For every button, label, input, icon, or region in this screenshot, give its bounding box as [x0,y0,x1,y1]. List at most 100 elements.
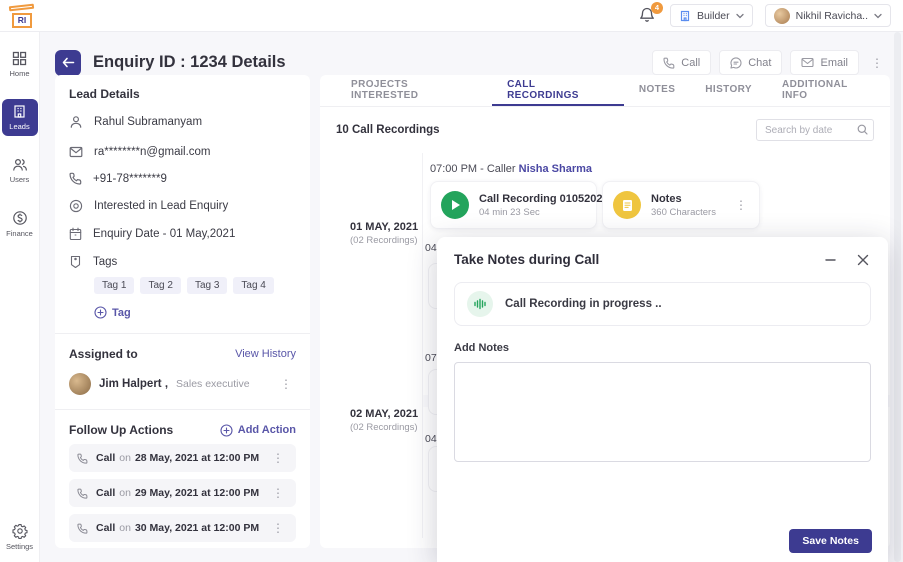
lead-name: Rahul Subramanyam [94,116,202,128]
tag-icon [69,255,82,269]
tab-additional-info[interactable]: ADDITIONAL INFO [767,75,890,106]
followup-on: on [119,452,131,464]
followup-more-menu[interactable] [268,520,288,536]
plus-circle-icon [94,306,107,319]
assigned-header: Assigned to View History [69,347,296,361]
sidebar-item-leads[interactable]: Leads [2,99,38,136]
topbar-right: 4 Builder Nikhil Ravicha.. [638,4,891,27]
followup-action: Call [96,522,115,534]
chat-icon [730,57,742,69]
add-action-label: Add Action [238,424,296,436]
add-action-button[interactable]: Add Action [220,424,296,437]
user-avatar [774,8,790,24]
followup-item[interactable]: Callon 28 May, 2021 at 12:00 PM [69,444,296,472]
email-button[interactable]: Email [790,50,859,75]
notes-card: Notes 360 Characters [602,181,760,229]
sidebar-item-home[interactable]: Home [2,46,38,83]
app-logo[interactable]: RI [8,4,36,28]
builder-dropdown[interactable]: Builder [670,4,753,27]
calendar-icon [69,227,82,241]
phone-icon [69,172,82,185]
followup-action: Call [96,452,115,464]
notes-textarea[interactable] [454,362,871,462]
page-title: Enquiry ID : 1234 Details [93,53,286,72]
assignee-more-menu[interactable] [276,376,296,392]
lead-name-row: Rahul Subramanyam [69,115,296,129]
sidebar-item-users[interactable]: Users [2,152,38,189]
followup-item[interactable]: Callon29 May, 2021 at 12:00 PM [69,479,296,507]
plus-circle-icon [220,424,233,437]
tab-call-recordings[interactable]: CALL RECORDINGS [492,75,624,106]
sidebar-item-label: Users [10,175,30,184]
tab-notes[interactable]: NOTES [624,75,690,106]
back-button[interactable] [55,50,81,76]
detail-tabs: PROJECTS INTERESTED CALL RECORDINGS NOTE… [320,75,890,107]
lead-phone-row: +91-78*******9 [69,172,296,185]
tag-chip[interactable]: Tag 2 [140,277,180,294]
chat-button[interactable]: Chat [719,50,782,75]
play-icon [452,200,460,210]
followup-more-menu[interactable] [268,450,288,466]
add-notes-label: Add Notes [454,342,871,354]
header-actions: Call Chat Email [652,50,887,75]
recording-status-text: Call Recording in progress .. [505,298,662,310]
minimize-button[interactable] [822,251,839,268]
close-button[interactable] [855,252,871,268]
header-more-menu[interactable] [867,55,887,71]
take-notes-modal: Take Notes during Call Call Recording in… [437,237,888,562]
building-icon [679,10,691,22]
lead-email: ra********n@gmail.com [94,146,211,158]
recordings-count: 10 Call Recordings [336,124,440,136]
email-button-label: Email [820,57,848,69]
minimize-icon [824,253,837,266]
modal-header: Take Notes during Call [454,251,871,268]
notes-card-meta: 360 Characters [651,207,721,218]
sidebar-item-finance[interactable]: Finance [2,205,38,243]
caller-name-link[interactable]: Nisha Sharma [519,163,592,175]
user-name: Nikhil Ravicha.. [796,10,868,22]
recording-duration: 04 min 23 Sec [479,207,609,218]
lead-email-row: ra********n@gmail.com [69,146,296,158]
view-history-link[interactable]: View History [235,348,296,360]
app-window: RI 4 Builder Nikhil Ravicha.. Home [0,0,903,562]
save-notes-button[interactable]: Save Notes [789,529,872,553]
call-button[interactable]: Call [652,50,711,75]
play-button[interactable] [441,191,469,219]
home-grid-icon [12,51,27,66]
lead-interest: Interested in Lead Enquiry [94,200,228,212]
followup-more-menu[interactable] [268,485,288,501]
close-icon [857,254,869,266]
tag-chip[interactable]: Tag 3 [187,277,227,294]
tab-history[interactable]: HISTORY [690,75,767,106]
followup-item[interactable]: Callon30 May, 2021 at 12:00 PM [69,514,296,542]
user-icon [69,115,83,129]
user-menu[interactable]: Nikhil Ravicha.. [765,4,891,27]
lead-enquiry-date: Enquiry Date - 01 May,2021 [93,228,235,240]
logo-text: RI [18,15,27,25]
followup-when: 28 May, 2021 at 12:00 PM [135,452,259,464]
divider [55,333,310,334]
assigned-title: Assigned to [69,347,138,361]
chevron-down-icon [736,13,744,19]
search-icon [857,124,868,135]
group-count: (02 Recordings) [350,422,418,433]
envelope-icon [801,57,814,68]
page-scrollbar[interactable] [894,32,901,562]
add-tag-button[interactable]: Tag [94,306,296,319]
timeline-group-date: 01 MAY, 2021 (02 Recordings) [350,221,418,246]
phone-icon [663,57,675,69]
lead-details-title: Lead Details [69,87,296,101]
divider [55,409,310,410]
tag-chip[interactable]: Tag 4 [233,277,273,294]
tab-projects-interested[interactable]: PROJECTS INTERESTED [336,75,492,106]
followup-on: on [119,487,131,499]
notes-more-menu[interactable] [731,197,751,213]
sidebar-item-label: Settings [6,542,33,551]
group-date: 01 MAY, 2021 [350,221,418,233]
tag-chip[interactable]: Tag 1 [94,277,134,294]
recordings-toolbar: 10 Call Recordings [320,107,890,141]
notification-badge: 4 [651,2,663,14]
notifications-button[interactable]: 4 [638,6,658,26]
logo-lid [9,3,34,11]
sidebar-item-settings[interactable]: Settings [2,518,38,556]
